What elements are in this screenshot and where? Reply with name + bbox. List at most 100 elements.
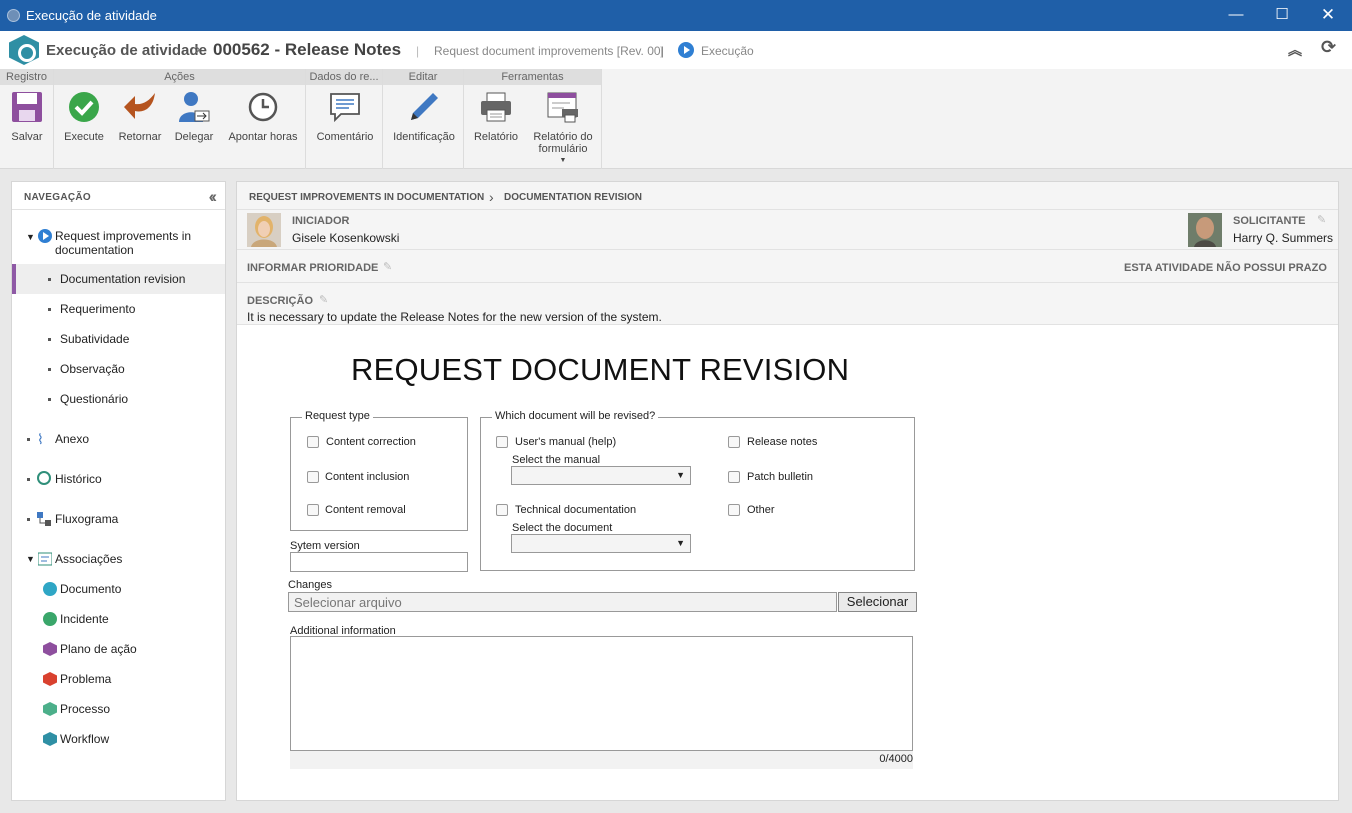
request-type-legend: Request type xyxy=(302,410,373,422)
ribbon-group-label: Ações xyxy=(54,69,305,85)
save-button[interactable]: Salvar xyxy=(5,91,49,143)
chevron-right-icon: › xyxy=(195,39,201,58)
paperclip-icon: ⌇ xyxy=(37,431,44,447)
requester-label: SOLICITANTE xyxy=(1233,215,1306,227)
minimize-icon[interactable]: — xyxy=(1213,0,1259,31)
report-button[interactable]: Relatório xyxy=(470,91,522,143)
comment-button[interactable]: Comentário xyxy=(311,91,379,143)
form-report-label: Relatório do xyxy=(533,131,593,143)
delegate-label: Delegar xyxy=(174,131,214,143)
select-manual-dropdown[interactable] xyxy=(511,466,691,485)
check-circle-icon xyxy=(68,91,100,125)
nav-root-label-2: documentation xyxy=(55,243,134,257)
nav-assoc-label: Workflow xyxy=(60,732,110,746)
ribbon-group-registro: Registro Salvar xyxy=(0,69,54,169)
checkbox-content-inclusion[interactable] xyxy=(307,471,319,483)
caret-down-icon[interactable]: ▼ xyxy=(26,554,35,564)
refresh-icon[interactable]: ⟳ xyxy=(1321,37,1336,58)
collapse-header-icon[interactable]: ︽ xyxy=(1288,40,1302,60)
bullet xyxy=(48,398,51,401)
checkbox-content-removal[interactable] xyxy=(307,504,319,516)
nav-assoc-incidente[interactable]: Incidente xyxy=(12,604,225,634)
nav-item-associacoes[interactable]: ▼ Associações xyxy=(12,544,225,574)
nav-assoc-label: Documento xyxy=(60,582,122,596)
delegate-button[interactable]: Delegar xyxy=(170,91,218,143)
file-input[interactable]: Selecionar arquivo xyxy=(288,592,837,612)
navigation-title: NAVEGAÇÃO xyxy=(24,192,91,203)
nav-sub-questionario[interactable]: Questionário xyxy=(12,384,225,414)
nav-sub-requerimento[interactable]: Requerimento xyxy=(12,294,225,324)
ribbon-group-ferramentas: Ferramentas Relatório Relatório do formu… xyxy=(464,69,602,169)
play-icon xyxy=(38,229,52,243)
checkbox-label: User's manual (help) xyxy=(515,436,617,448)
pencil-icon xyxy=(408,91,440,125)
select-document-dropdown[interactable] xyxy=(511,534,691,553)
workflow-icon xyxy=(43,732,57,746)
process-name: Request document improvements [Rev. 00] xyxy=(434,44,664,58)
window-titlebar: Execução de atividade — ☐ ✕ xyxy=(0,0,1352,31)
system-version-input[interactable] xyxy=(290,552,468,572)
checkbox-label: Content correction xyxy=(326,436,416,448)
deadline-text: ESTA ATIVIDADE NÃO POSSUI PRAZO xyxy=(1124,262,1327,274)
separator: | xyxy=(660,44,664,58)
initiator-avatar xyxy=(247,213,281,247)
checkbox-technical-documentation[interactable] xyxy=(496,504,508,516)
priority-row: INFORMAR PRIORIDADE ✎ ESTA ATIVIDADE NÃO… xyxy=(237,250,1338,283)
log-hours-button[interactable]: Apontar horas xyxy=(224,91,302,143)
action-plan-icon xyxy=(43,642,57,656)
select-manual-label: Select the manual xyxy=(512,454,601,466)
edit-pencil-icon[interactable]: ✎ xyxy=(383,260,392,273)
nav-sub-documentation-revision[interactable]: Documentation revision xyxy=(12,264,225,294)
form-report-button[interactable]: Relatório do formulário ▼ xyxy=(528,91,598,167)
select-document-label: Select the document xyxy=(512,522,613,534)
ribbon-group-label: Editar xyxy=(383,69,463,85)
character-counter: 0/4000 xyxy=(290,750,913,769)
nav-assoc-plano-de-acao[interactable]: Plano de ação xyxy=(12,634,225,664)
nav-sub-label: Subatividade xyxy=(60,332,130,346)
collapse-panel-icon[interactable]: ‹‹ xyxy=(209,187,218,207)
nav-item-anexo[interactable]: ⌇ Anexo xyxy=(12,424,225,454)
nav-item-fluxograma[interactable]: Fluxograma xyxy=(12,504,225,534)
nav-assoc-documento[interactable]: Documento xyxy=(12,574,225,604)
checkbox-content-correction[interactable] xyxy=(307,436,319,448)
nav-assoc-label: Problema xyxy=(60,672,112,686)
select-file-button[interactable]: Selecionar xyxy=(838,592,917,612)
checkbox-other[interactable] xyxy=(728,504,740,516)
navigation-header: NAVEGAÇÃO ‹‹ xyxy=(12,182,225,210)
page-header: Execução de atividade › 000562 - Release… xyxy=(0,31,1352,69)
nav-sub-observacao[interactable]: Observação xyxy=(12,354,225,384)
nav-item-historico[interactable]: Histórico xyxy=(12,464,225,494)
identification-button[interactable]: Identificação xyxy=(389,91,459,143)
people-row: INICIADOR Gisele Kosenkowski SOLICITANTE… xyxy=(237,210,1338,250)
nav-sub-subatividade[interactable]: Subatividade xyxy=(12,324,225,354)
execute-button[interactable]: Execute xyxy=(60,91,108,143)
description-text: It is necessary to update the Release No… xyxy=(247,310,662,324)
edit-pencil-icon[interactable]: ✎ xyxy=(1317,213,1326,226)
checkbox-label: Patch bulletin xyxy=(747,471,814,483)
checkbox-label: Other xyxy=(747,504,775,516)
description-row: DESCRIÇÃO ✎ It is necessary to update th… xyxy=(237,283,1338,325)
checkbox-release-notes[interactable] xyxy=(728,436,740,448)
dropdown-arrow-icon[interactable]: ▼ xyxy=(528,155,598,167)
nav-item-root[interactable]: ▼ Request improvements in documentation xyxy=(12,228,225,258)
caret-down-icon[interactable]: ▼ xyxy=(26,232,35,242)
close-icon[interactable]: ✕ xyxy=(1305,0,1351,31)
breadcrumb: REQUEST IMPROVEMENTS IN DOCUMENTATION › … xyxy=(237,182,1338,210)
breadcrumb-app[interactable]: Execução de atividade xyxy=(46,42,207,59)
checkbox-users-manual[interactable] xyxy=(496,436,508,448)
return-button[interactable]: Retornar xyxy=(114,91,166,143)
edit-pencil-icon[interactable]: ✎ xyxy=(319,293,328,306)
nav-assoc-processo[interactable]: Processo xyxy=(12,694,225,724)
chevron-right-icon: › xyxy=(489,189,494,205)
breadcrumb-item[interactable]: REQUEST IMPROVEMENTS IN DOCUMENTATION xyxy=(249,192,484,203)
maximize-icon[interactable]: ☐ xyxy=(1259,0,1305,31)
history-icon xyxy=(37,471,51,485)
checkbox-patch-bulletin[interactable] xyxy=(728,471,740,483)
nav-sub-label: Observação xyxy=(60,362,125,376)
ribbon-group-label: Registro xyxy=(0,69,53,85)
initiator-label: INICIADOR xyxy=(292,215,350,227)
ribbon-group-acoes: Ações Execute Retornar Delegar Apontar h… xyxy=(54,69,306,169)
nav-assoc-workflow[interactable]: Workflow xyxy=(12,724,225,754)
nav-assoc-problema[interactable]: Problema xyxy=(12,664,225,694)
navigation-panel: NAVEGAÇÃO ‹‹ ▼ Request improvements in d… xyxy=(11,181,226,801)
